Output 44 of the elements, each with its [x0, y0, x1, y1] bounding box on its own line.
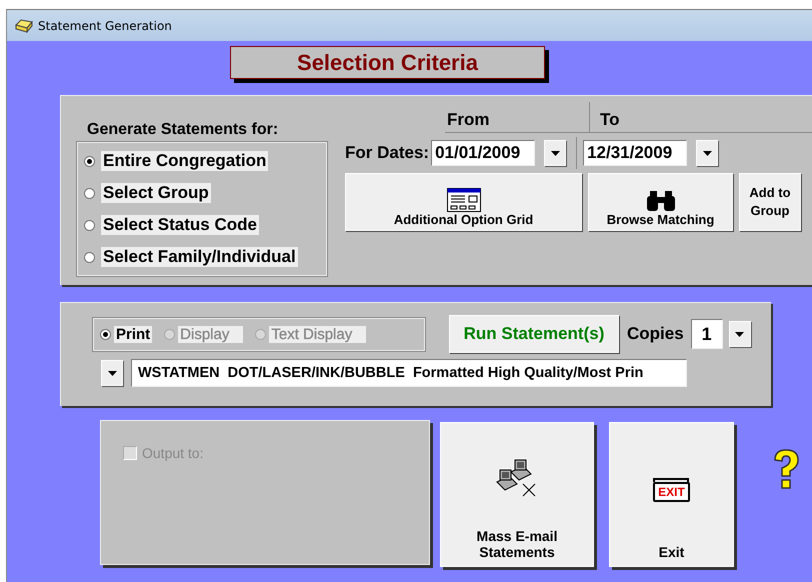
dropdown-button[interactable]: [101, 360, 123, 386]
folder-icon: [15, 18, 33, 32]
option-label: Output to:: [142, 445, 204, 461]
format-field[interactable]: WSTATMEN DOT/LASER/INK/BUBBLE Formatted High Quality/Most Prin: [131, 359, 687, 387]
date-field[interactable]: 01/01/2009: [431, 140, 536, 166]
option-label: Select Group: [101, 183, 211, 203]
group-label: Generate Statements for:: [87, 121, 280, 139]
radio-option[interactable]: Entire Congregation: [78, 151, 326, 171]
run-button[interactable]: Run Statement(s): [449, 315, 619, 353]
browse-button[interactable]: Browse Matching: [588, 173, 733, 231]
caret-icon: [735, 332, 744, 336]
radio-icon[interactable]: [100, 328, 111, 340]
field-label: Copies: [627, 324, 684, 344]
window-title: Statement Generation: [38, 18, 172, 32]
caret-icon: [702, 150, 712, 156]
radio-icon[interactable]: [84, 220, 95, 230]
dropdown-button[interactable]: [696, 140, 718, 166]
radio-icon[interactable]: [84, 252, 95, 262]
column-heading: From: [446, 110, 490, 131]
radio-option[interactable]: Print: [100, 326, 152, 342]
radio-icon[interactable]: [84, 156, 95, 166]
exit-button[interactable]: EXIT Exit: [609, 422, 734, 567]
option-label: Select Status Code: [101, 215, 259, 235]
column-heading: To: [589, 102, 620, 132]
field-label: For Dates:: [345, 143, 430, 163]
grid-icon: [446, 188, 480, 212]
radio-option[interactable]: Select Group: [78, 183, 326, 203]
option-label: Entire Congregation: [101, 151, 268, 171]
radio-icon[interactable]: [84, 188, 95, 198]
mass-email-button[interactable]: Mass E-mail Statements: [440, 422, 594, 567]
dropdown-button[interactable]: [544, 140, 566, 166]
add-to-group-button[interactable]: Add to Group: [739, 173, 801, 231]
radio-option[interactable]: Select Status Code: [78, 215, 326, 235]
option-label: Display: [178, 326, 244, 342]
copies-field[interactable]: 1: [690, 319, 723, 349]
option-label: Print: [114, 326, 152, 342]
date-field[interactable]: 12/31/2009: [583, 140, 688, 166]
caret-icon: [108, 370, 116, 376]
option-grid-button[interactable]: Additional Option Grid: [345, 173, 582, 231]
dropdown-button[interactable]: [728, 321, 751, 347]
binoculars-icon: [644, 190, 676, 212]
option-label: Select Family/Individual: [101, 247, 298, 267]
radio-option[interactable]: Select Family/Individual: [78, 247, 326, 267]
caret-icon: [550, 150, 560, 156]
